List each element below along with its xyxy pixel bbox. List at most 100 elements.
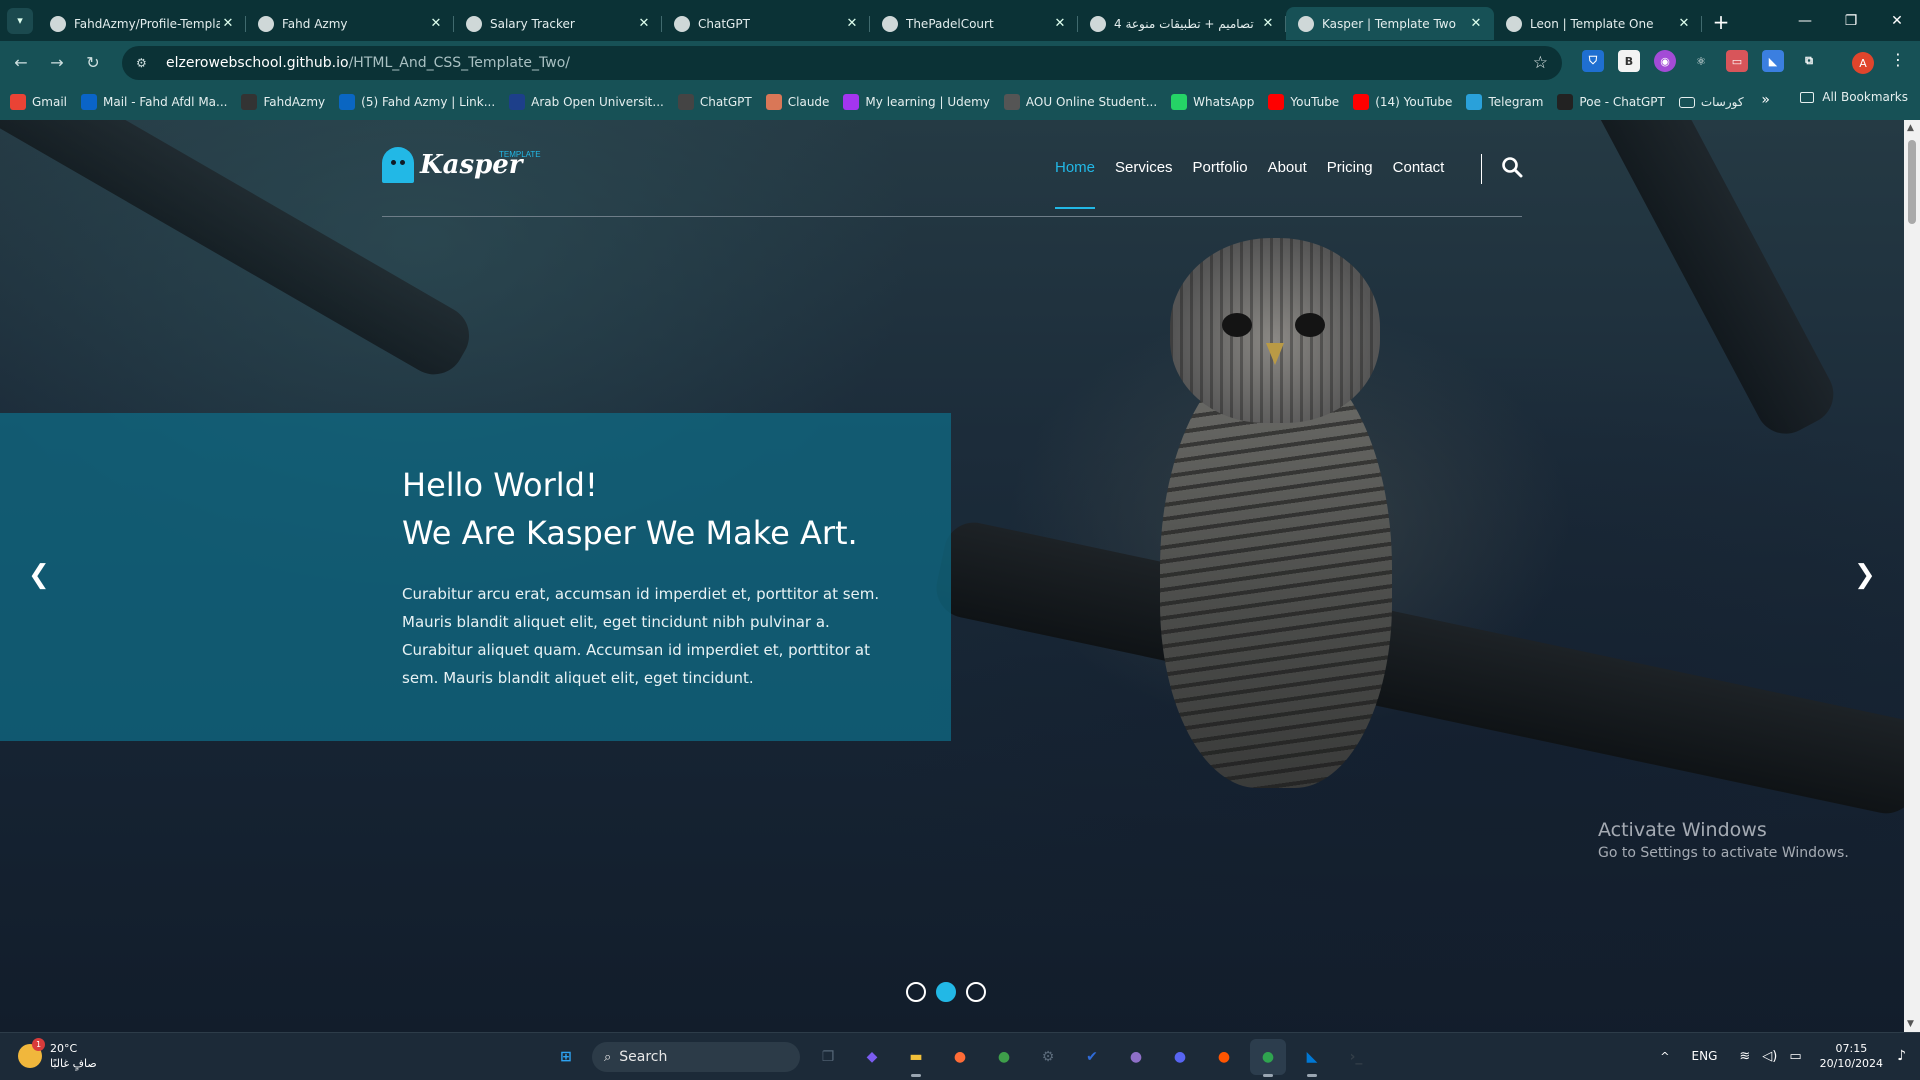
forward-icon[interactable]: →: [42, 48, 72, 78]
bookmark-item[interactable]: YouTube: [1268, 94, 1339, 110]
extension-b-icon[interactable]: B: [1618, 50, 1640, 72]
bookmark-item[interactable]: كورسات: [1678, 95, 1744, 109]
nav-home[interactable]: Home: [1055, 159, 1096, 209]
bookmark-item[interactable]: FahdAzmy: [241, 94, 325, 110]
site-logo[interactable]: Kasper TEMPLATE: [382, 147, 541, 183]
bookmark-item[interactable]: (5) Fahd Azmy | Link...: [339, 94, 495, 110]
nav-about[interactable]: About: [1268, 159, 1307, 176]
tab-4[interactable]: ThePadelCourt ✕: [870, 7, 1078, 40]
page-scrollbar[interactable]: ▲ ▼: [1904, 120, 1920, 1032]
tray-overflow-icon[interactable]: ^: [1660, 1050, 1669, 1063]
bookmark-item[interactable]: My learning | Udemy: [843, 94, 990, 110]
scroll-down-icon[interactable]: ▼: [1907, 1019, 1914, 1029]
outlook-icon: [81, 94, 98, 110]
slider-next-icon[interactable]: ❯: [1854, 560, 1876, 590]
tab-0[interactable]: FahdAzmy/Profile-Templa ✕: [38, 7, 246, 40]
github-desktop-icon[interactable]: ●: [1118, 1039, 1154, 1075]
file-explorer-icon[interactable]: ▬: [898, 1039, 934, 1077]
todo-icon[interactable]: ✔: [1074, 1039, 1110, 1075]
slider-bullet[interactable]: [906, 982, 926, 1002]
bookmark-item[interactable]: Telegram: [1466, 94, 1543, 110]
chrome-icon[interactable]: ●: [1250, 1039, 1286, 1077]
tab-5[interactable]: 4 تصاميم + تطبيقات منوعة ✕: [1078, 7, 1286, 40]
bookmark-item[interactable]: (14) YouTube: [1353, 94, 1452, 110]
extension-blue-icon[interactable]: ◣: [1762, 50, 1784, 72]
vscode-icon[interactable]: ◣: [1294, 1039, 1330, 1077]
close-tab-icon[interactable]: ✕: [220, 16, 236, 31]
tab-6[interactable]: Kasper | Template Two ✕: [1286, 7, 1494, 40]
nav-portfolio[interactable]: Portfolio: [1193, 159, 1248, 176]
tab-1[interactable]: Fahd Azmy ✕: [246, 7, 454, 40]
all-bookmarks-button[interactable]: All Bookmarks: [1800, 90, 1908, 104]
clock[interactable]: 07:15 20/10/2024: [1820, 1041, 1883, 1071]
address-bar[interactable]: ⚙ elzerowebschool.github.io/HTML_And_CSS…: [122, 46, 1562, 80]
slider-bullet[interactable]: [966, 982, 986, 1002]
slider-bullet[interactable]: [936, 982, 956, 1002]
bookmark-item[interactable]: WhatsApp: [1171, 94, 1254, 110]
tab-3[interactable]: ChatGPT ✕: [662, 7, 870, 40]
minimize-icon[interactable]: —: [1782, 0, 1828, 41]
soundcloud-icon[interactable]: ●: [1206, 1039, 1242, 1075]
search-icon[interactable]: [1501, 156, 1523, 178]
nav-contact[interactable]: Contact: [1393, 159, 1445, 176]
terminal-icon[interactable]: ›_: [1338, 1039, 1374, 1075]
close-tab-icon[interactable]: ✕: [1468, 16, 1484, 31]
folder-icon: [1800, 91, 1815, 103]
reload-icon[interactable]: ↻: [78, 48, 108, 78]
scrollbar-thumb[interactable]: [1908, 140, 1916, 224]
close-tab-icon[interactable]: ✕: [1260, 16, 1276, 31]
restore-icon[interactable]: ❐: [1828, 0, 1874, 41]
close-tab-icon[interactable]: ✕: [1676, 16, 1692, 31]
start-button-icon[interactable]: ⊞: [548, 1039, 584, 1075]
weather-widget[interactable]: 1 20°C صافٍ غالبًا: [18, 1038, 97, 1071]
tab-search-button[interactable]: ▾: [7, 7, 33, 34]
bookmark-star-icon[interactable]: ☆: [1533, 53, 1548, 73]
avatar-icon: [258, 15, 274, 32]
tab-list: FahdAzmy/Profile-Templa ✕ Fahd Azmy ✕ Salary…: [38, 1, 1702, 40]
close-tab-icon[interactable]: ✕: [844, 16, 860, 31]
nav-services[interactable]: Services: [1115, 159, 1173, 176]
extension-headphones-icon[interactable]: ◉: [1654, 50, 1676, 72]
activate-windows-watermark: Activate Windows Go to Settings to activ…: [1598, 819, 1849, 861]
settings-icon[interactable]: ⚙: [1030, 1039, 1066, 1075]
bookmark-item[interactable]: ChatGPT: [677, 94, 752, 110]
bookmark-item[interactable]: Mail - Fahd Afdl Ma...: [81, 94, 227, 110]
ghost-logo-icon: [382, 147, 414, 183]
close-tab-icon[interactable]: ✕: [636, 16, 652, 31]
extension-red-icon[interactable]: ▭: [1726, 50, 1748, 72]
site-info-icon[interactable]: ⚙: [136, 56, 154, 70]
bitwarden-icon[interactable]: ⛉: [1582, 50, 1604, 72]
bookmark-item[interactable]: AOU Online Student...: [1003, 94, 1157, 110]
bookmark-item[interactable]: Claude: [765, 94, 829, 110]
postman-icon[interactable]: ●: [942, 1039, 978, 1075]
close-window-icon[interactable]: ✕: [1874, 0, 1920, 41]
menu-icon[interactable]: ⋮: [1890, 50, 1906, 69]
close-tab-icon[interactable]: ✕: [428, 16, 444, 31]
extensions-puzzle-icon[interactable]: ⧉: [1798, 50, 1820, 72]
bookmark-item[interactable]: Poe - ChatGPT: [1557, 94, 1665, 110]
extensions-area: ⛉ B ◉ ⚛ ▭ ◣ ⧉: [1582, 50, 1834, 72]
volume-icon[interactable]: ◁): [1762, 1049, 1777, 1064]
taskbar-search-box[interactable]: ⌕ Search: [592, 1042, 800, 1072]
mongodb-icon[interactable]: ●: [986, 1039, 1022, 1075]
scroll-up-icon[interactable]: ▲: [1907, 123, 1914, 133]
back-icon[interactable]: ←: [6, 48, 36, 78]
discord-icon[interactable]: ●: [1162, 1039, 1198, 1075]
task-view-icon[interactable]: ❐: [810, 1039, 846, 1075]
bookmark-item[interactable]: Gmail: [10, 94, 67, 110]
nav-pricing[interactable]: Pricing: [1327, 159, 1373, 176]
wifi-icon[interactable]: ≋: [1739, 1049, 1750, 1064]
tab-2[interactable]: Salary Tracker ✕: [454, 7, 662, 40]
notifications-icon[interactable]: ♪: [1897, 1048, 1906, 1064]
input-language[interactable]: ENG: [1692, 1049, 1718, 1063]
react-devtools-icon[interactable]: ⚛: [1690, 50, 1712, 72]
more-bookmarks-icon[interactable]: »: [1761, 92, 1770, 108]
close-tab-icon[interactable]: ✕: [1052, 16, 1068, 31]
battery-icon[interactable]: ▭: [1789, 1049, 1801, 1064]
profile-avatar[interactable]: A: [1852, 52, 1874, 74]
slider-prev-icon[interactable]: ❮: [28, 560, 50, 590]
new-tab-button[interactable]: +: [1706, 7, 1736, 37]
bookmark-item[interactable]: Arab Open Universit...: [509, 94, 664, 110]
copilot-icon[interactable]: ◆: [854, 1039, 890, 1075]
tab-7[interactable]: Leon | Template One ✕: [1494, 7, 1702, 40]
